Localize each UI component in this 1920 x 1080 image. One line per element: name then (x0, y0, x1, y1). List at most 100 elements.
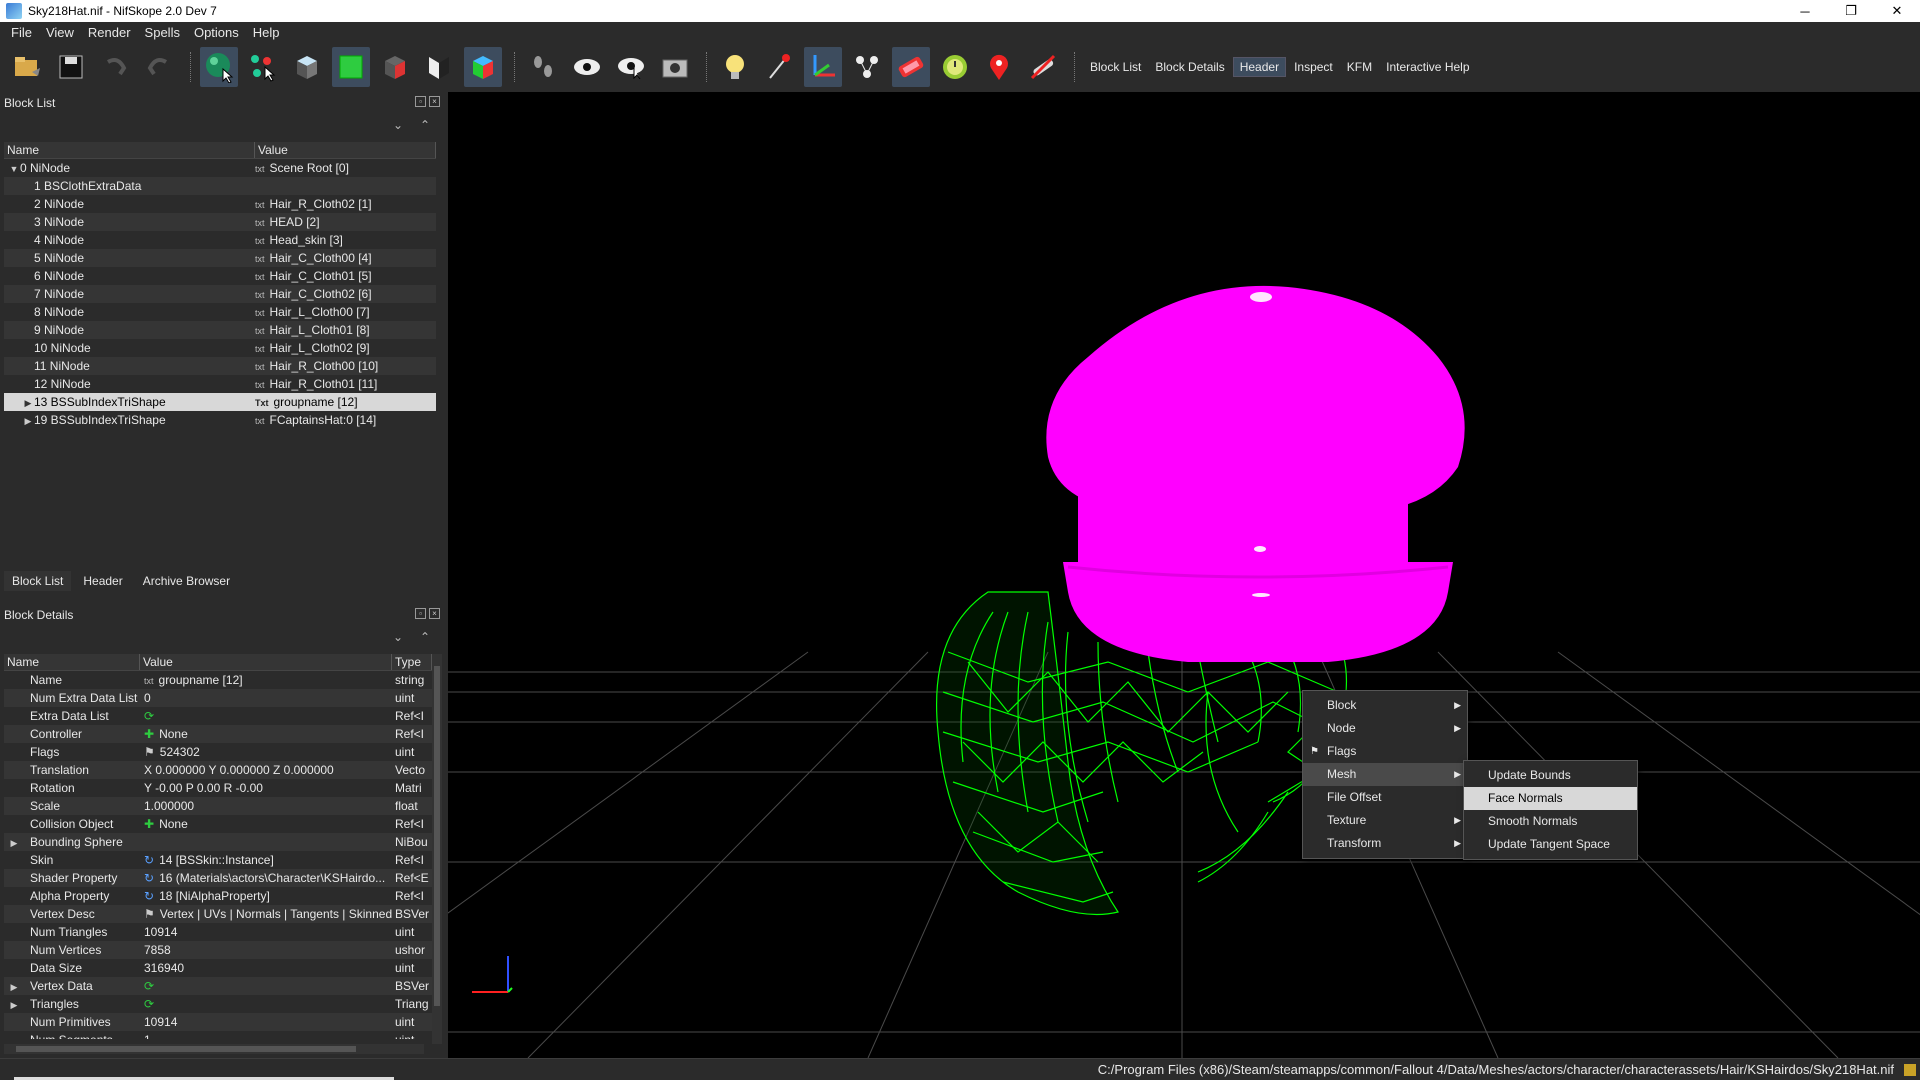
field-value-cell[interactable]: ⟳ (140, 977, 392, 995)
table-row[interactable]: Alpha Property ↻ 18 [NiAlphaProperty] Ref<I (4, 887, 432, 905)
submenu-item[interactable]: Smooth Normals (1464, 810, 1637, 833)
table-row[interactable]: 11 NiNode txt Hair_R_Cloth00 [10] (4, 357, 436, 375)
table-row[interactable]: 1 BSClothExtraData (4, 177, 436, 195)
field-value-cell[interactable]: 1.000000 (140, 797, 392, 815)
lighting-button[interactable] (716, 47, 754, 87)
field-value-cell[interactable]: 10914 (140, 923, 392, 941)
table-row[interactable]: Collision Object ✚ None Ref<I (4, 815, 432, 833)
toolbar-inspect[interactable]: Inspect (1288, 58, 1339, 76)
save-button[interactable] (52, 47, 90, 87)
toolbar-block-details[interactable]: Block Details (1149, 58, 1230, 76)
field-value-cell[interactable]: ↻ 18 [NiAlphaProperty] (140, 887, 392, 905)
menu-options[interactable]: Options (187, 25, 246, 40)
toolbar-interactive-help[interactable]: Interactive Help (1380, 58, 1475, 76)
table-row[interactable]: 6 NiNode txt Hair_C_Cloth01 [5] (4, 267, 436, 285)
tab-archive-browser[interactable]: Archive Browser (135, 571, 238, 593)
table-row[interactable]: 2 NiNode txt Hair_R_Cloth02 [1] (4, 195, 436, 213)
table-row[interactable]: ▶ Triangles ⟳ Triang (4, 995, 432, 1013)
table-row[interactable]: Translation X 0.000000 Y 0.000000 Z 0.000… (4, 761, 432, 779)
select-vertex-button[interactable] (244, 47, 282, 87)
table-row[interactable]: Shader Property ↻ 16 (Materials\actors\Cha… (4, 869, 432, 887)
collapse-up-icon[interactable]: ⌃ (420, 630, 430, 644)
view-top-button[interactable] (288, 47, 326, 87)
field-value-cell[interactable]: Y -0.00 P 0.00 R -0.00 (140, 779, 392, 797)
field-value-cell[interactable]: X 0.000000 Y 0.000000 Z 0.000000 (140, 761, 392, 779)
expand-arrow-icon[interactable]: ▼ (8, 160, 20, 177)
table-row[interactable]: 4 NiNode txt Head_skin [3] (4, 231, 436, 249)
show-collision-button[interactable] (892, 47, 930, 87)
table-row[interactable]: 7 NiNode txt Hair_C_Cloth02 [6] (4, 285, 436, 303)
context-menu-item[interactable]: File Offset (1303, 786, 1467, 809)
expand-arrow-icon[interactable]: ▶ (8, 996, 20, 1013)
context-menu-item[interactable]: Texture ▶ (1303, 809, 1467, 832)
context-menu-item[interactable]: Node ▶ (1303, 717, 1467, 740)
expand-arrow-icon[interactable]: ▶ (22, 412, 34, 429)
column-name[interactable]: Name (4, 654, 140, 670)
column-name[interactable]: Name (4, 142, 255, 158)
select-object-button[interactable] (200, 47, 238, 87)
table-row[interactable]: Num Triangles 10914 uint (4, 923, 432, 941)
table-row[interactable]: ▶ Bounding Sphere NiBou (4, 833, 432, 851)
show-markers-button[interactable] (980, 47, 1018, 87)
table-row[interactable]: 3 NiNode txt HEAD [2] (4, 213, 436, 231)
table-row[interactable]: Vertex Desc ⚑ Vertex | UVs | Normals | Tan… (4, 905, 432, 923)
toolbar-header[interactable]: Header (1232, 57, 1287, 77)
menu-help[interactable]: Help (246, 25, 287, 40)
show-hidden-button[interactable] (568, 47, 606, 87)
show-axes-button[interactable] (760, 47, 798, 87)
table-row[interactable]: Rotation Y -0.00 P 0.00 R -0.00 Matri (4, 779, 432, 797)
undo-button[interactable] (96, 47, 134, 87)
menu-view[interactable]: View (39, 25, 81, 40)
show-constraints-button[interactable] (936, 47, 974, 87)
table-row[interactable]: Data Size 316940 uint (4, 959, 432, 977)
table-row[interactable]: Name txt groupname [12] string (4, 671, 432, 689)
render-viewport[interactable]: Block ▶ Node ▶ ⚑ Flags Mesh ▶ File Offset Texture… (448, 92, 1920, 1058)
toolbar-block-list[interactable]: Block List (1084, 58, 1147, 76)
table-row[interactable]: ▶ Vertex Data ⟳ BSVer (4, 977, 432, 995)
table-row[interactable]: ▶ 19 BSSubIndexTriShape txt FCaptainsHat:0 … (4, 411, 436, 429)
vertical-scrollbar[interactable] (432, 654, 442, 1044)
float-panel-icon[interactable]: ▫ (415, 96, 426, 107)
table-row[interactable]: Num Vertices 7858 ushor (4, 941, 432, 959)
table-row[interactable]: 5 NiNode txt Hair_C_Cloth00 [4] (4, 249, 436, 267)
menu-file[interactable]: File (4, 25, 39, 40)
field-value-cell[interactable]: 1 (140, 1031, 392, 1039)
expand-arrow-icon[interactable]: ▶ (22, 394, 34, 411)
field-value-cell[interactable]: 316940 (140, 959, 392, 977)
field-value-cell[interactable]: ⚑ Vertex | UVs | Normals | Tangents | Ski… (140, 905, 392, 923)
close-panel-icon[interactable]: × (429, 96, 440, 107)
menu-spells[interactable]: Spells (138, 25, 187, 40)
scrollbar-thumb[interactable] (16, 1046, 356, 1052)
view-front-button[interactable] (332, 47, 370, 87)
float-panel-icon[interactable]: ▫ (415, 608, 426, 619)
show-nodes-button[interactable] (848, 47, 886, 87)
scrollbar-thumb[interactable] (434, 666, 440, 1006)
submenu-item[interactable]: Update Bounds (1464, 764, 1637, 787)
close-button[interactable]: ✕ (1874, 0, 1920, 22)
context-menu-item[interactable]: Mesh ▶ (1303, 763, 1467, 786)
collapse-down-icon[interactable]: ⌄ (393, 118, 403, 132)
column-value[interactable]: Value (140, 654, 392, 670)
tab-block-list[interactable]: Block List (4, 571, 72, 593)
table-row[interactable]: 9 NiNode txt Hair_L_Cloth01 [8] (4, 321, 436, 339)
table-row[interactable]: ▼ 0 NiNode txt Scene Root [0] (4, 159, 436, 177)
close-panel-icon[interactable]: × (429, 608, 440, 619)
load-button[interactable] (8, 47, 46, 87)
toolbar-kfm[interactable]: KFM (1341, 58, 1378, 76)
collapse-down-icon[interactable]: ⌄ (393, 630, 403, 644)
table-row[interactable]: Flags ⚑ 524302 uint (4, 743, 432, 761)
field-value-cell[interactable]: ↻ 16 (Materials\actors\Character\KSHairdo… (140, 869, 392, 887)
collapse-up-icon[interactable]: ⌃ (420, 118, 430, 132)
field-value-cell[interactable]: ⟳ (140, 995, 392, 1013)
table-row[interactable]: Skin ↻ 14 [BSSkin::Instance] Ref<I (4, 851, 432, 869)
field-value-cell[interactable]: ⚑ 524302 (140, 743, 392, 761)
resize-grip-icon[interactable] (1904, 1064, 1916, 1076)
field-value-cell[interactable] (140, 833, 392, 851)
horizontal-scrollbar[interactable] (4, 1044, 424, 1054)
view-flip-button[interactable] (420, 47, 458, 87)
field-value-cell[interactable]: ↻ 14 [BSSkin::Instance] (140, 851, 392, 869)
context-menu-item[interactable]: Block ▶ (1303, 694, 1467, 717)
axes-button[interactable] (804, 47, 842, 87)
field-value-cell[interactable]: 10914 (140, 1013, 392, 1031)
table-row[interactable]: 8 NiNode txt Hair_L_Cloth00 [7] (4, 303, 436, 321)
